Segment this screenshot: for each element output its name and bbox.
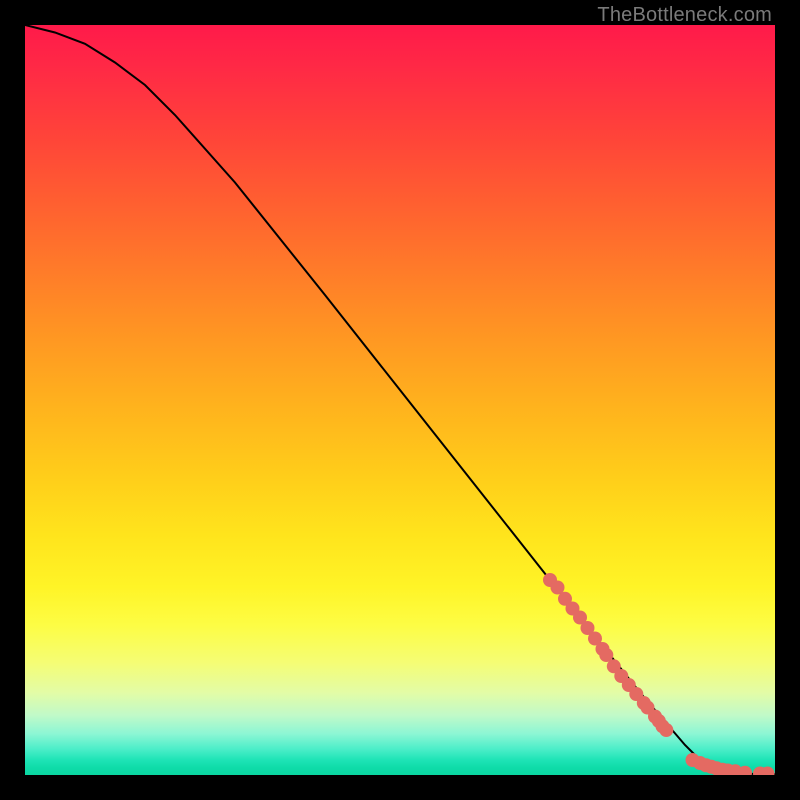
curve-line [25,25,775,774]
data-points [543,573,775,775]
watermark-text: TheBottleneck.com [597,4,772,27]
data-point [659,723,673,737]
chart-svg [25,25,775,775]
chart-frame: TheBottleneck.com [0,0,800,800]
plot-area [25,25,775,775]
bottleneck-curve [25,25,775,774]
